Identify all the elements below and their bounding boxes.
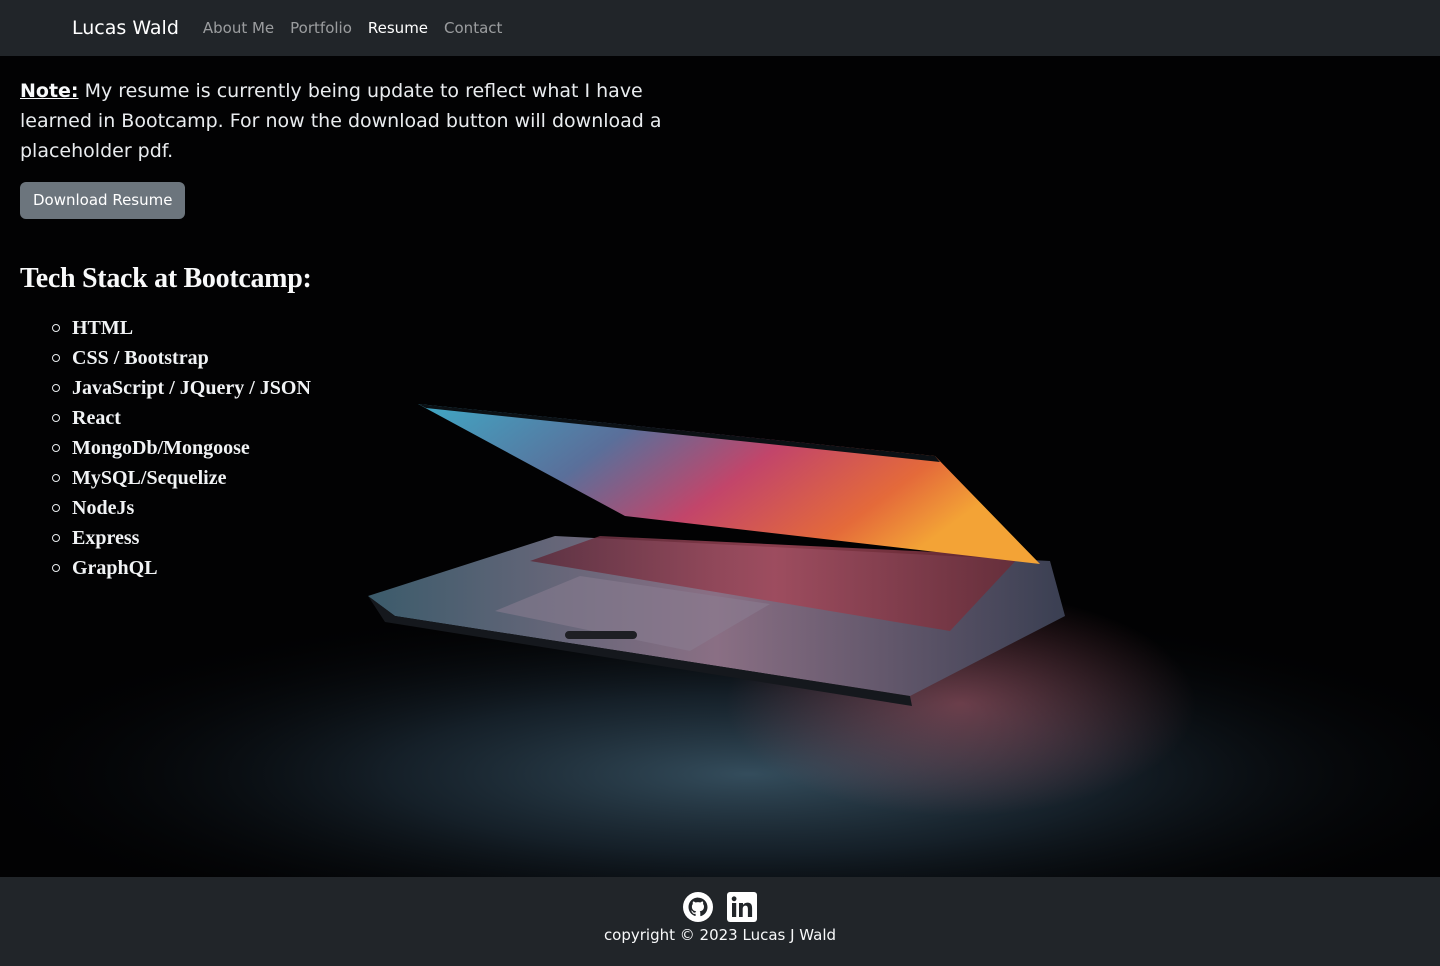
list-item: React: [52, 403, 680, 433]
bullet-icon: [52, 444, 60, 452]
list-item-label: JavaScript / JQuery / JSON: [72, 377, 311, 399]
list-item-label: Express: [72, 527, 140, 549]
list-item: NodeJs: [52, 493, 680, 523]
nav-item-about-me[interactable]: About Me: [203, 19, 274, 37]
list-item: GraphQL: [52, 553, 680, 583]
download-resume-button[interactable]: Download Resume: [20, 182, 186, 219]
linkedin-icon[interactable]: [726, 891, 758, 923]
page: Lucas Wald About Me Portfolio Resume Con…: [0, 0, 1440, 966]
navbar: Lucas Wald About Me Portfolio Resume Con…: [0, 0, 1440, 56]
tech-stack-list: HTML CSS / Bootstrap JavaScript / JQuery…: [20, 313, 680, 583]
tech-stack-title: Tech Stack at Bootcamp:: [20, 263, 312, 294]
resume-content: Note: My resume is currently being updat…: [20, 76, 680, 583]
nav-item-resume[interactable]: Resume: [368, 19, 428, 37]
list-item: Express: [52, 523, 680, 553]
bullet-icon: [52, 324, 60, 332]
bullet-icon: [52, 384, 60, 392]
note-text: My resume is currently being update to r…: [20, 80, 662, 162]
footer-social-links: [0, 891, 1440, 925]
list-item-label: HTML: [72, 317, 134, 339]
brand-link[interactable]: Lucas Wald: [72, 17, 179, 39]
list-item-label: MongoDb/Mongoose: [72, 437, 250, 459]
list-item: MongoDb/Mongoose: [52, 433, 680, 463]
nav-item-portfolio[interactable]: Portfolio: [290, 19, 352, 37]
list-item-label: GraphQL: [72, 557, 158, 579]
nav-item-contact[interactable]: Contact: [444, 19, 502, 37]
list-item: CSS / Bootstrap: [52, 343, 680, 373]
copyright-text: copyright © 2023 Lucas J Wald: [603, 926, 837, 944]
bullet-icon: [52, 414, 60, 422]
list-item: JavaScript / JQuery / JSON: [52, 373, 680, 403]
list-item-label: NodeJs: [72, 497, 135, 519]
footer: copyright © 2023 Lucas J Wald: [0, 877, 1440, 966]
list-item-label: MySQL/Sequelize: [72, 467, 227, 489]
list-item-label: React: [72, 407, 121, 429]
github-icon[interactable]: [682, 891, 714, 923]
list-item-label: CSS / Bootstrap: [72, 347, 209, 369]
bullet-icon: [52, 504, 60, 512]
list-item: MySQL/Sequelize: [52, 463, 680, 493]
bullet-icon: [52, 354, 60, 362]
note-label: Note:: [20, 80, 79, 102]
list-item: HTML: [52, 313, 680, 343]
bullet-icon: [52, 534, 60, 542]
bullet-icon: [52, 474, 60, 482]
resume-note: Note: My resume is currently being updat…: [20, 76, 680, 166]
bullet-icon: [52, 564, 60, 572]
